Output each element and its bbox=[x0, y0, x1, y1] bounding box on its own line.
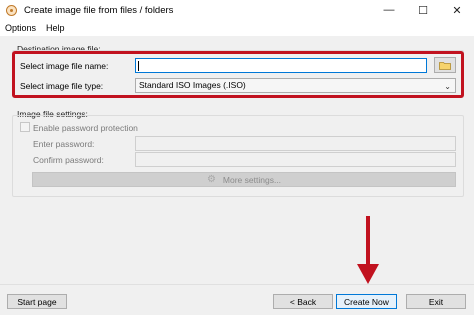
highlight-box bbox=[12, 51, 464, 98]
confirm-password-label: Confirm password: bbox=[33, 155, 104, 165]
enter-password-label: Enter password: bbox=[33, 139, 95, 149]
app-disc-icon bbox=[6, 4, 17, 16]
main-panel: Destination image file: Select image fil… bbox=[0, 36, 474, 315]
password-protection-checkbox[interactable] bbox=[20, 122, 30, 132]
footer-separator bbox=[0, 284, 474, 285]
maximize-button[interactable]: ☐ bbox=[406, 0, 440, 20]
enter-password-input[interactable] bbox=[135, 136, 456, 151]
title-bar: Create image file from files / folders —… bbox=[0, 0, 474, 20]
menu-options[interactable]: Options bbox=[0, 20, 41, 36]
more-settings-button[interactable]: ⚙ More settings... bbox=[32, 172, 456, 187]
gear-icon: ⚙ bbox=[206, 174, 216, 185]
back-button[interactable]: < Back bbox=[273, 294, 333, 309]
menu-bar: Options Help bbox=[0, 20, 474, 36]
create-now-button[interactable]: Create Now bbox=[336, 294, 397, 309]
window-title: Create image file from files / folders bbox=[24, 4, 174, 16]
exit-button[interactable]: Exit bbox=[406, 294, 466, 309]
more-settings-label: More settings... bbox=[222, 174, 282, 185]
menu-help[interactable]: Help bbox=[41, 20, 70, 36]
close-button[interactable]: ✕ bbox=[440, 0, 474, 20]
start-page-button[interactable]: Start page bbox=[7, 294, 67, 309]
password-protection-label: Enable password protection bbox=[33, 123, 138, 133]
minimize-button[interactable]: — bbox=[372, 0, 406, 20]
window-controls: — ☐ ✕ bbox=[372, 0, 474, 20]
red-arrow-icon bbox=[357, 216, 379, 284]
confirm-password-input[interactable] bbox=[135, 152, 456, 167]
